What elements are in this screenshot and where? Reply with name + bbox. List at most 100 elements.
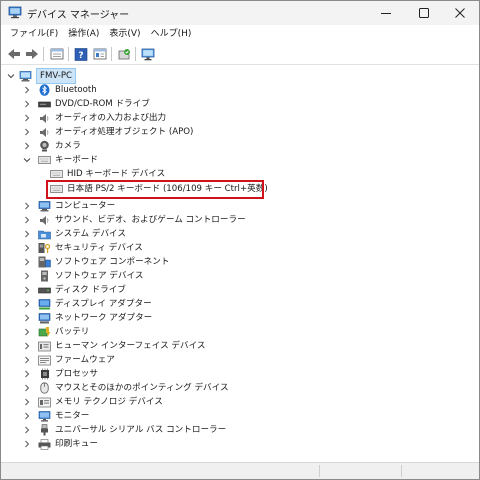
category-firmware[interactable]: ファームウェア bbox=[23, 353, 115, 367]
category-label: ファームウェア bbox=[55, 355, 115, 365]
minimize-button[interactable] bbox=[367, 1, 405, 25]
chevron-right-icon bbox=[25, 314, 30, 322]
category-usb-controllers[interactable]: ユニバーサル シリアル バス コントローラー bbox=[23, 423, 226, 437]
title-bar: デバイス マネージャー bbox=[1, 1, 479, 25]
category-label: システム デバイス bbox=[55, 229, 126, 239]
category-monitors[interactable]: モニター bbox=[23, 409, 89, 423]
device-list-icon bbox=[50, 48, 63, 60]
category-label: バッテリ bbox=[55, 327, 90, 337]
chevron-down-icon bbox=[23, 158, 31, 163]
status-bar bbox=[1, 462, 479, 479]
maximize-button[interactable] bbox=[405, 1, 443, 25]
category-security-devices[interactable]: セキュリティ デバイス bbox=[23, 241, 143, 255]
forward-button[interactable] bbox=[23, 46, 40, 62]
category-audio-apo[interactable]: オーディオ処理オブジェクト (APO) bbox=[23, 125, 193, 139]
speaker-icon bbox=[38, 127, 51, 138]
chevron-right-icon bbox=[25, 412, 30, 420]
speaker-icon bbox=[38, 113, 51, 124]
keyboard-icon bbox=[38, 155, 51, 166]
properties-icon bbox=[93, 48, 106, 60]
category-label: マウスとそのほかのポインティング デバイス bbox=[55, 383, 229, 393]
category-label: オーディオの入力および出力 bbox=[55, 113, 167, 123]
device-list-button[interactable] bbox=[48, 46, 65, 62]
minimize-icon bbox=[381, 13, 391, 14]
category-network-adapters[interactable]: ネットワーク アダプター bbox=[23, 311, 152, 325]
category-keyboard[interactable]: キーボード bbox=[23, 153, 98, 167]
update-driver-button[interactable] bbox=[115, 46, 132, 62]
menu-help[interactable]: ヘルプ(H) bbox=[146, 25, 197, 43]
category-label: モニター bbox=[55, 411, 90, 421]
chevron-right-icon bbox=[25, 300, 30, 308]
battery-icon bbox=[38, 327, 51, 338]
window-title: デバイス マネージャー bbox=[27, 10, 130, 21]
properties-button[interactable] bbox=[91, 46, 108, 62]
chevron-right-icon bbox=[25, 426, 30, 434]
category-processors[interactable]: プロセッサ bbox=[23, 367, 98, 381]
chevron-down-icon bbox=[7, 74, 15, 79]
status-divider bbox=[319, 465, 320, 477]
category-label: DVD/CD-ROM ドライブ bbox=[55, 99, 150, 109]
printer-icon bbox=[38, 438, 51, 450]
status-divider bbox=[401, 465, 402, 477]
category-print-queues[interactable]: 印刷キュー bbox=[23, 437, 98, 451]
chevron-right-icon bbox=[25, 216, 30, 224]
tree-root[interactable]: FMV-PC bbox=[7, 68, 77, 84]
display-adapter-icon bbox=[38, 298, 51, 310]
category-label: ディスプレイ アダプター bbox=[55, 299, 152, 309]
category-bluetooth[interactable]: Bluetooth bbox=[23, 83, 97, 97]
category-label: カメラ bbox=[55, 141, 81, 151]
toolbar: ? bbox=[1, 43, 479, 65]
category-software-components[interactable]: ソフトウェア コンポーネント bbox=[23, 255, 169, 269]
category-label: メモリ テクノロジ デバイス bbox=[55, 397, 163, 407]
tree-root-label: FMV-PC bbox=[36, 68, 77, 84]
category-disk-drives[interactable]: ディスク ドライブ bbox=[23, 283, 126, 297]
category-camera[interactable]: カメラ bbox=[23, 139, 81, 153]
scan-hardware-button[interactable] bbox=[139, 46, 156, 62]
update-driver-icon bbox=[118, 48, 130, 59]
menu-file[interactable]: ファイル(F) bbox=[5, 25, 63, 43]
chevron-right-icon bbox=[25, 370, 30, 378]
category-human-interface-devices[interactable]: ヒューマン インターフェイス デバイス bbox=[23, 339, 206, 353]
category-label: プロセッサ bbox=[55, 369, 98, 379]
category-audio-io[interactable]: オーディオの入力および出力 bbox=[23, 111, 166, 125]
chevron-right-icon bbox=[25, 258, 30, 266]
back-icon bbox=[7, 49, 20, 59]
highlight-annotation-box bbox=[46, 180, 264, 199]
chevron-right-icon bbox=[25, 440, 30, 448]
toolbar-separator bbox=[68, 47, 69, 61]
category-battery[interactable]: バッテリ bbox=[23, 325, 89, 339]
category-software-devices[interactable]: ソフトウェア デバイス bbox=[23, 269, 143, 283]
dvd-drive-icon bbox=[38, 99, 51, 110]
scan-hardware-icon bbox=[141, 48, 154, 60]
chevron-right-icon bbox=[25, 272, 30, 280]
device-manager-app-icon bbox=[8, 6, 22, 19]
category-mice[interactable]: マウスとそのほかのポインティング デバイス bbox=[23, 381, 229, 395]
category-system-devices[interactable]: システム デバイス bbox=[23, 227, 126, 241]
category-display-adapters[interactable]: ディスプレイ アダプター bbox=[23, 297, 152, 311]
chevron-right-icon bbox=[25, 202, 30, 210]
chevron-right-icon bbox=[25, 128, 30, 136]
camera-icon bbox=[38, 140, 51, 152]
category-dvd-drive[interactable]: DVD/CD-ROM ドライブ bbox=[23, 97, 150, 111]
network-adapter-icon bbox=[38, 312, 51, 324]
category-label: セキュリティ デバイス bbox=[55, 243, 143, 253]
back-button[interactable] bbox=[5, 46, 22, 62]
category-label: コンピューター bbox=[55, 201, 116, 211]
monitor-icon bbox=[38, 410, 51, 422]
help-button[interactable]: ? bbox=[72, 46, 89, 62]
chevron-right-icon bbox=[25, 384, 30, 392]
menu-view[interactable]: 表示(V) bbox=[104, 25, 145, 43]
close-button[interactable] bbox=[441, 1, 479, 25]
forward-icon bbox=[25, 49, 38, 59]
device-hid-keyboard[interactable]: HID キーボード デバイス bbox=[50, 167, 165, 181]
system-folder-icon bbox=[38, 229, 51, 240]
category-label: サウンド、ビデオ、およびゲーム コントローラー bbox=[55, 215, 246, 225]
menu-action[interactable]: 操作(A) bbox=[63, 25, 104, 43]
usb-icon bbox=[38, 424, 51, 436]
category-sound-video-game[interactable]: サウンド、ビデオ、およびゲーム コントローラー bbox=[23, 213, 246, 227]
category-computer[interactable]: コンピューター bbox=[23, 199, 115, 213]
mouse-icon bbox=[38, 382, 51, 394]
chevron-right-icon bbox=[25, 100, 30, 108]
category-memory-technology[interactable]: メモリ テクノロジ デバイス bbox=[23, 395, 163, 409]
category-label: ヒューマン インターフェイス デバイス bbox=[55, 341, 206, 351]
